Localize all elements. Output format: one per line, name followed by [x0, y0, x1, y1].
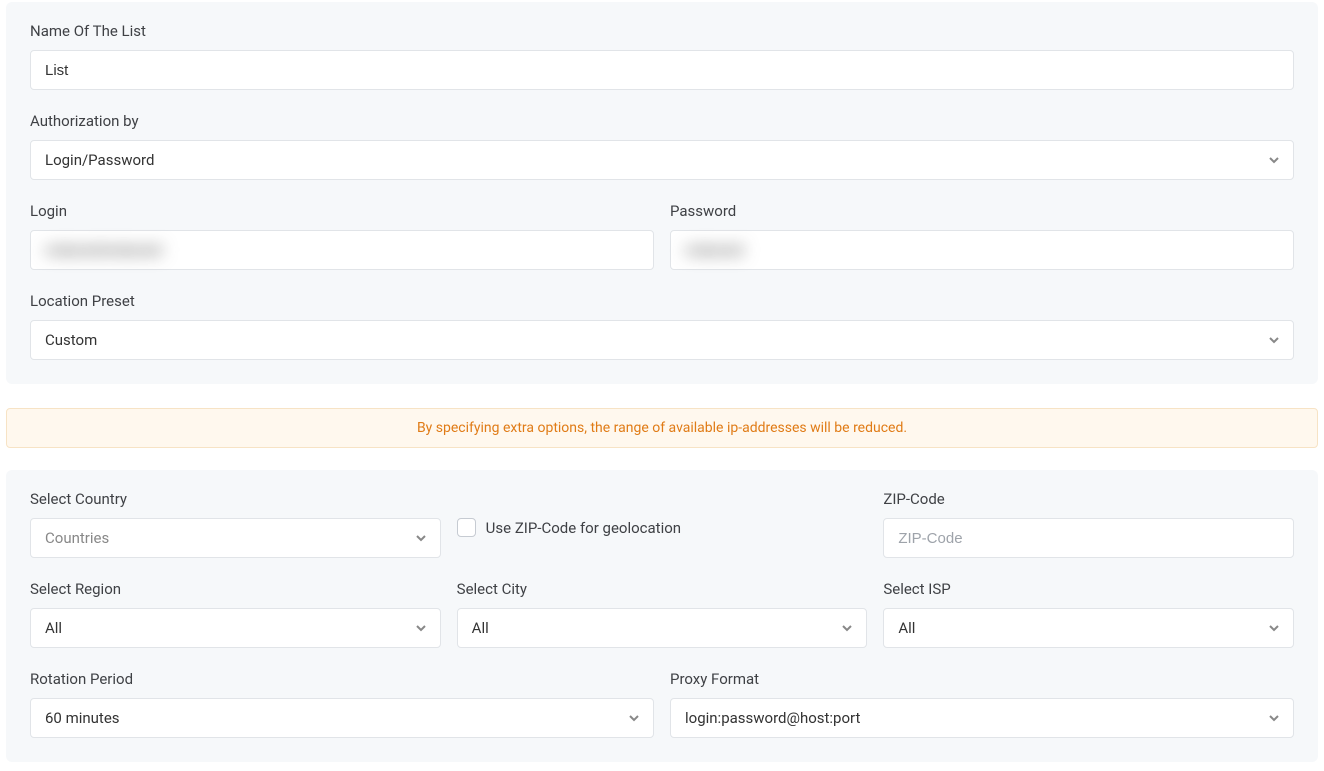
auth-select[interactable]: Login/Password	[30, 140, 1294, 180]
chevron-down-icon	[627, 711, 641, 725]
zip-checkbox-group: Use ZIP-Code for geolocation	[457, 490, 868, 558]
chevron-down-icon	[1267, 621, 1281, 635]
format-select-value: login:password@host:port	[685, 709, 860, 727]
chevron-down-icon	[1267, 153, 1281, 167]
password-label: Password	[670, 202, 1294, 220]
settings-panel-bottom: Select Country Countries Use ZIP-Code fo…	[6, 470, 1318, 762]
city-select[interactable]: All	[457, 608, 868, 648]
login-input-wrapper[interactable]	[30, 230, 654, 270]
name-input-wrapper[interactable]	[30, 50, 1294, 90]
region-select[interactable]: All	[30, 608, 441, 648]
region-field-group: Select Region All	[30, 580, 441, 648]
zip-field-group: ZIP-Code	[883, 490, 1294, 558]
region-label: Select Region	[30, 580, 441, 598]
format-label: Proxy Format	[670, 670, 1294, 688]
country-select[interactable]: Countries	[30, 518, 441, 558]
chevron-down-icon	[414, 621, 428, 635]
name-field-group: Name Of The List	[30, 22, 1294, 90]
settings-panel-top: Name Of The List Authorization by Login/…	[6, 2, 1318, 384]
alert-text: By specifying extra options, the range o…	[417, 420, 907, 436]
city-label: Select City	[457, 580, 868, 598]
country-field-group: Select Country Countries	[30, 490, 441, 558]
isp-select-value: All	[898, 619, 915, 637]
preset-label: Location Preset	[30, 292, 1294, 310]
country-select-value: Countries	[45, 529, 109, 547]
country-label: Select Country	[30, 490, 441, 508]
chevron-down-icon	[1267, 333, 1281, 347]
auth-field-group: Authorization by Login/Password	[30, 112, 1294, 180]
rotation-label: Rotation Period	[30, 670, 654, 688]
password-input[interactable]	[685, 231, 1279, 269]
zip-checkbox[interactable]	[457, 518, 476, 537]
name-label: Name Of The List	[30, 22, 1294, 40]
password-field-group: Password	[670, 202, 1294, 270]
region-city-isp-row: Select Region All Select City All Select…	[30, 580, 1294, 648]
chevron-down-icon	[414, 531, 428, 545]
auth-select-value: Login/Password	[45, 151, 154, 169]
chevron-down-icon	[840, 621, 854, 635]
login-field-group: Login	[30, 202, 654, 270]
zip-input[interactable]	[898, 519, 1279, 557]
country-zip-row: Select Country Countries Use ZIP-Code fo…	[30, 490, 1294, 558]
isp-field-group: Select ISP All	[883, 580, 1294, 648]
format-select[interactable]: login:password@host:port	[670, 698, 1294, 738]
zip-label: ZIP-Code	[883, 490, 1294, 508]
city-select-value: All	[472, 619, 489, 637]
auth-label: Authorization by	[30, 112, 1294, 130]
alert-banner: By specifying extra options, the range o…	[6, 408, 1318, 448]
format-field-group: Proxy Format login:password@host:port	[670, 670, 1294, 738]
chevron-down-icon	[1267, 711, 1281, 725]
rotation-select-value: 60 minutes	[45, 709, 120, 727]
preset-field-group: Location Preset Custom	[30, 292, 1294, 360]
rotation-select[interactable]: 60 minutes	[30, 698, 654, 738]
preset-select[interactable]: Custom	[30, 320, 1294, 360]
isp-select[interactable]: All	[883, 608, 1294, 648]
credentials-row: Login Password	[30, 202, 1294, 270]
login-label: Login	[30, 202, 654, 220]
preset-select-value: Custom	[45, 331, 97, 349]
city-field-group: Select City All	[457, 580, 868, 648]
zip-checkbox-label[interactable]: Use ZIP-Code for geolocation	[486, 519, 681, 537]
region-select-value: All	[45, 619, 62, 637]
zip-input-wrapper[interactable]	[883, 518, 1294, 558]
password-input-wrapper[interactable]	[670, 230, 1294, 270]
name-input[interactable]	[45, 51, 1279, 89]
rotation-format-row: Rotation Period 60 minutes Proxy Format …	[30, 670, 1294, 738]
login-input[interactable]	[45, 231, 639, 269]
rotation-field-group: Rotation Period 60 minutes	[30, 670, 654, 738]
isp-label: Select ISP	[883, 580, 1294, 598]
